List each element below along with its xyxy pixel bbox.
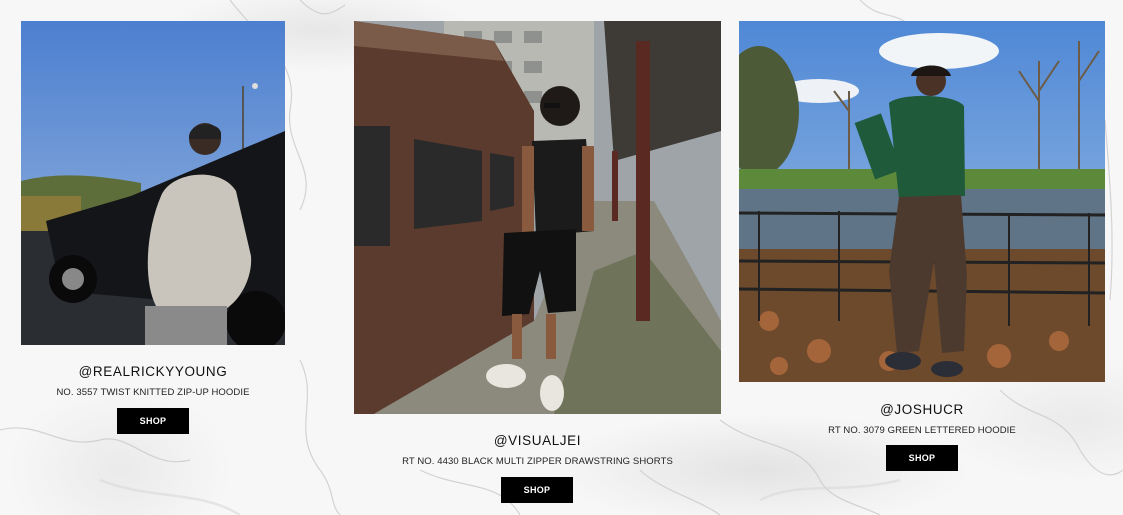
product-name[interactable]: RT NO. 4430 BLACK MULTI ZIPPER DRAWSTRIN… [354, 456, 721, 467]
creator-handle[interactable]: @VISUALJEI [354, 433, 721, 448]
shop-button[interactable]: SHOP [117, 408, 189, 434]
creator-handle[interactable]: @REALRICKYYOUNG [21, 364, 285, 379]
lookbook-card-3: @JOSHUCR RT NO. 3079 GREEN LETTERED HOOD… [739, 21, 1105, 473]
look-photo[interactable] [354, 21, 721, 414]
look-photo-image [21, 21, 285, 345]
product-name[interactable]: NO. 3557 TWIST KNITTED ZIP-UP HOODIE [21, 387, 285, 398]
look-photo-image [354, 21, 721, 414]
look-photo-image [739, 21, 1105, 382]
shop-button[interactable]: SHOP [886, 445, 958, 471]
look-photo[interactable] [21, 21, 285, 345]
lookbook-card-1: @REALRICKYYOUNG NO. 3557 TWIST KNITTED Z… [21, 21, 285, 441]
lookbook-card-2: @VISUALJEI RT NO. 4430 BLACK MULTI ZIPPE… [354, 21, 721, 503]
product-name[interactable]: RT NO. 3079 GREEN LETTERED HOODIE [739, 425, 1105, 436]
shop-button[interactable]: SHOP [501, 477, 573, 503]
look-photo[interactable] [739, 21, 1105, 382]
creator-handle[interactable]: @JOSHUCR [739, 402, 1105, 417]
